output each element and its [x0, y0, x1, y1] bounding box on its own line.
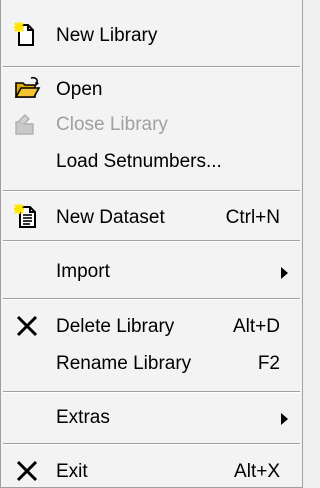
menu-item-label: Import: [56, 261, 110, 282]
menu-item-exit[interactable]: Exit Alt+X: [1, 453, 302, 488]
menu-item-shortcut: F2: [257, 353, 280, 374]
new-library-icon: [13, 21, 41, 49]
menu-item-label: Extras: [56, 407, 110, 428]
menu-item-close-library[interactable]: Close Library: [1, 106, 302, 142]
menu-item-new-library[interactable]: New Library: [1, 17, 302, 53]
menu-separator: [3, 66, 300, 68]
menu-item-label: Delete Library: [56, 316, 175, 337]
menu-item-label: New Dataset: [56, 207, 165, 228]
menu-item-label: New Library: [56, 25, 158, 46]
menu-item-delete-library[interactable]: Delete Library Alt+D: [1, 308, 302, 344]
context-menu: New Library Open Close Library Load Setn…: [0, 0, 303, 488]
menu-item-import[interactable]: Import: [1, 253, 302, 289]
menu-item-new-dataset[interactable]: New Dataset Ctrl+N: [1, 199, 302, 235]
exit-x-icon: [13, 457, 41, 485]
menu-separator: [3, 391, 300, 393]
menu-item-shortcut: Alt+D: [233, 316, 280, 337]
menu-item-shortcut: Ctrl+N: [225, 207, 280, 228]
menu-item-rename-library[interactable]: Rename Library F2: [1, 345, 302, 381]
submenu-arrow-icon: [281, 413, 288, 425]
menu-separator: [3, 443, 300, 445]
menu-item-shortcut: Alt+X: [234, 461, 280, 482]
menu-item-label: Rename Library: [56, 353, 192, 374]
menu-separator: [3, 190, 300, 192]
menu-separator: [3, 240, 300, 242]
menu-item-label: Load Setnumbers...: [56, 151, 222, 172]
delete-x-icon: [13, 312, 41, 340]
menu-item-extras[interactable]: Extras: [1, 399, 302, 435]
menu-item-label: Close Library: [56, 114, 168, 135]
open-folder-icon: [13, 75, 41, 103]
menu-item-label: Exit: [56, 461, 88, 482]
submenu-arrow-icon: [281, 267, 288, 279]
close-library-icon: [13, 110, 41, 138]
menu-item-load-setnumbers[interactable]: Load Setnumbers...: [1, 143, 302, 179]
menu-item-label: Open: [56, 79, 103, 100]
menu-item-open[interactable]: Open: [1, 71, 302, 107]
new-dataset-icon: [13, 203, 41, 231]
menu-separator: [3, 298, 300, 300]
